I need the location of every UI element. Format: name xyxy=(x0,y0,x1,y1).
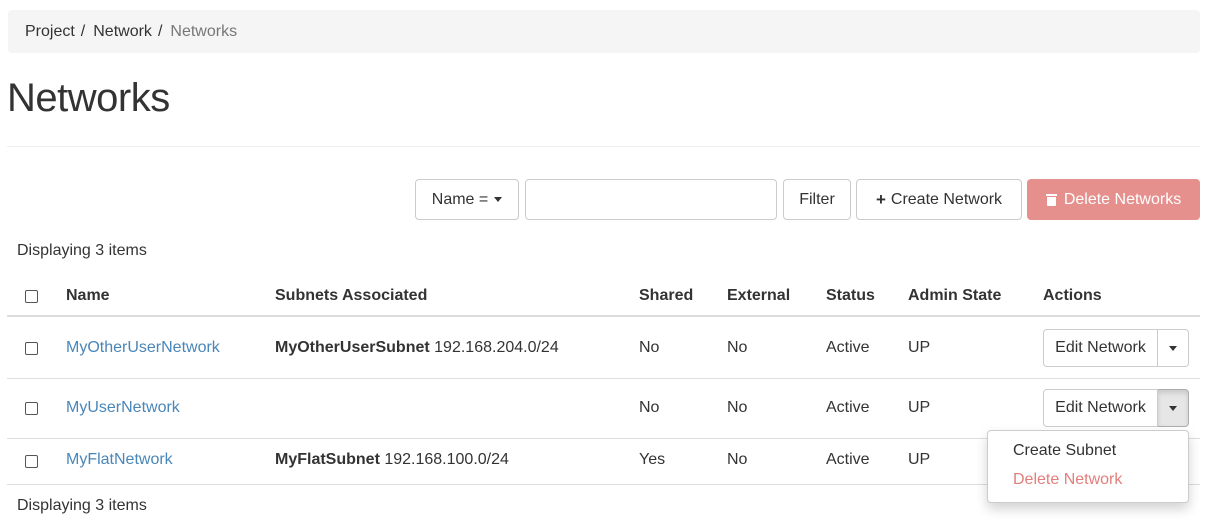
create-network-button[interactable]: + Create Network xyxy=(856,179,1022,220)
page-title: Networks xyxy=(7,76,170,120)
trash-icon xyxy=(1045,193,1057,206)
table-row: MyOtherUserNetwork MyOtherUserSubnet 192… xyxy=(7,319,1200,379)
admin-state-cell: UP xyxy=(908,451,931,468)
delete-networks-button[interactable]: Delete Networks xyxy=(1027,179,1200,220)
status-cell: Active xyxy=(826,339,870,356)
row-actions: Edit Network xyxy=(1043,389,1189,427)
caret-down-icon xyxy=(1169,405,1177,411)
shared-cell: No xyxy=(639,399,660,416)
external-cell: No xyxy=(727,451,748,468)
admin-state-cell: UP xyxy=(908,399,931,416)
breadcrumb-project[interactable]: Project xyxy=(25,23,75,41)
edit-network-button[interactable]: Edit Network xyxy=(1043,389,1158,427)
select-all-checkbox[interactable] xyxy=(25,290,38,303)
row-actions-menu: Create Subnet Delete Network xyxy=(987,430,1189,503)
item-count-bottom: Displaying 3 items xyxy=(17,497,147,514)
filter-field-select[interactable]: Name = xyxy=(415,179,519,220)
external-cell: No xyxy=(727,399,748,416)
column-header-external[interactable]: External xyxy=(727,287,790,305)
admin-state-cell: UP xyxy=(908,339,931,356)
row-checkbox[interactable] xyxy=(25,342,38,355)
edit-network-button[interactable]: Edit Network xyxy=(1043,329,1158,367)
title-divider xyxy=(7,146,1200,147)
network-name-link[interactable]: MyUserNetwork xyxy=(66,399,180,417)
subnet-cidr: 192.168.204.0/24 xyxy=(434,339,559,356)
breadcrumb: Project / Network / Networks xyxy=(8,10,1200,53)
shared-cell: No xyxy=(639,339,660,356)
subnets-cell: MyOtherUserSubnet 192.168.204.0/24 xyxy=(275,339,559,357)
caret-down-icon xyxy=(494,197,503,202)
breadcrumb-separator: / xyxy=(80,22,86,40)
network-name-link[interactable]: MyOtherUserNetwork xyxy=(66,339,220,357)
caret-down-icon xyxy=(1169,345,1177,351)
breadcrumb-network[interactable]: Network xyxy=(93,23,152,41)
create-subnet-menu-item[interactable]: Create Subnet xyxy=(988,436,1188,465)
subnet-cidr: 192.168.100.0/24 xyxy=(384,451,509,468)
status-cell: Active xyxy=(826,399,870,416)
status-cell: Active xyxy=(826,451,870,468)
filter-field-label: Name = xyxy=(431,190,489,208)
filter-button[interactable]: Filter xyxy=(783,179,851,220)
create-network-label: Create Network xyxy=(890,190,1003,208)
column-header-subnets[interactable]: Subnets Associated xyxy=(275,287,427,305)
column-header-actions: Actions xyxy=(1043,287,1102,304)
row-actions-toggle[interactable] xyxy=(1158,329,1189,367)
row-actions-toggle[interactable] xyxy=(1158,389,1189,427)
column-header-name[interactable]: Name xyxy=(66,287,110,305)
subnets-cell: MyFlatSubnet 192.168.100.0/24 xyxy=(275,451,509,469)
row-checkbox[interactable] xyxy=(25,455,38,468)
filter-button-label: Filter xyxy=(799,190,835,208)
row-actions: Edit Network xyxy=(1043,329,1189,367)
item-count-top: Displaying 3 items xyxy=(17,242,147,259)
delete-networks-label: Delete Networks xyxy=(1063,190,1182,208)
network-name-link[interactable]: MyFlatNetwork xyxy=(66,451,173,469)
column-header-shared[interactable]: Shared xyxy=(639,287,693,305)
row-checkbox[interactable] xyxy=(25,402,38,415)
table-header: Name Subnets Associated Shared External … xyxy=(7,277,1200,317)
column-header-status[interactable]: Status xyxy=(826,287,875,305)
breadcrumb-current: Networks xyxy=(170,22,238,40)
subnet-name: MyOtherUserSubnet xyxy=(275,339,430,356)
shared-cell: Yes xyxy=(639,451,666,468)
breadcrumb-separator: / xyxy=(157,22,163,40)
column-header-admin-state[interactable]: Admin State xyxy=(908,287,1001,305)
external-cell: No xyxy=(727,339,748,356)
delete-network-menu-item[interactable]: Delete Network xyxy=(988,465,1188,494)
filter-input[interactable] xyxy=(525,179,777,220)
subnet-name: MyFlatSubnet xyxy=(275,451,380,468)
plus-icon: + xyxy=(875,189,886,209)
